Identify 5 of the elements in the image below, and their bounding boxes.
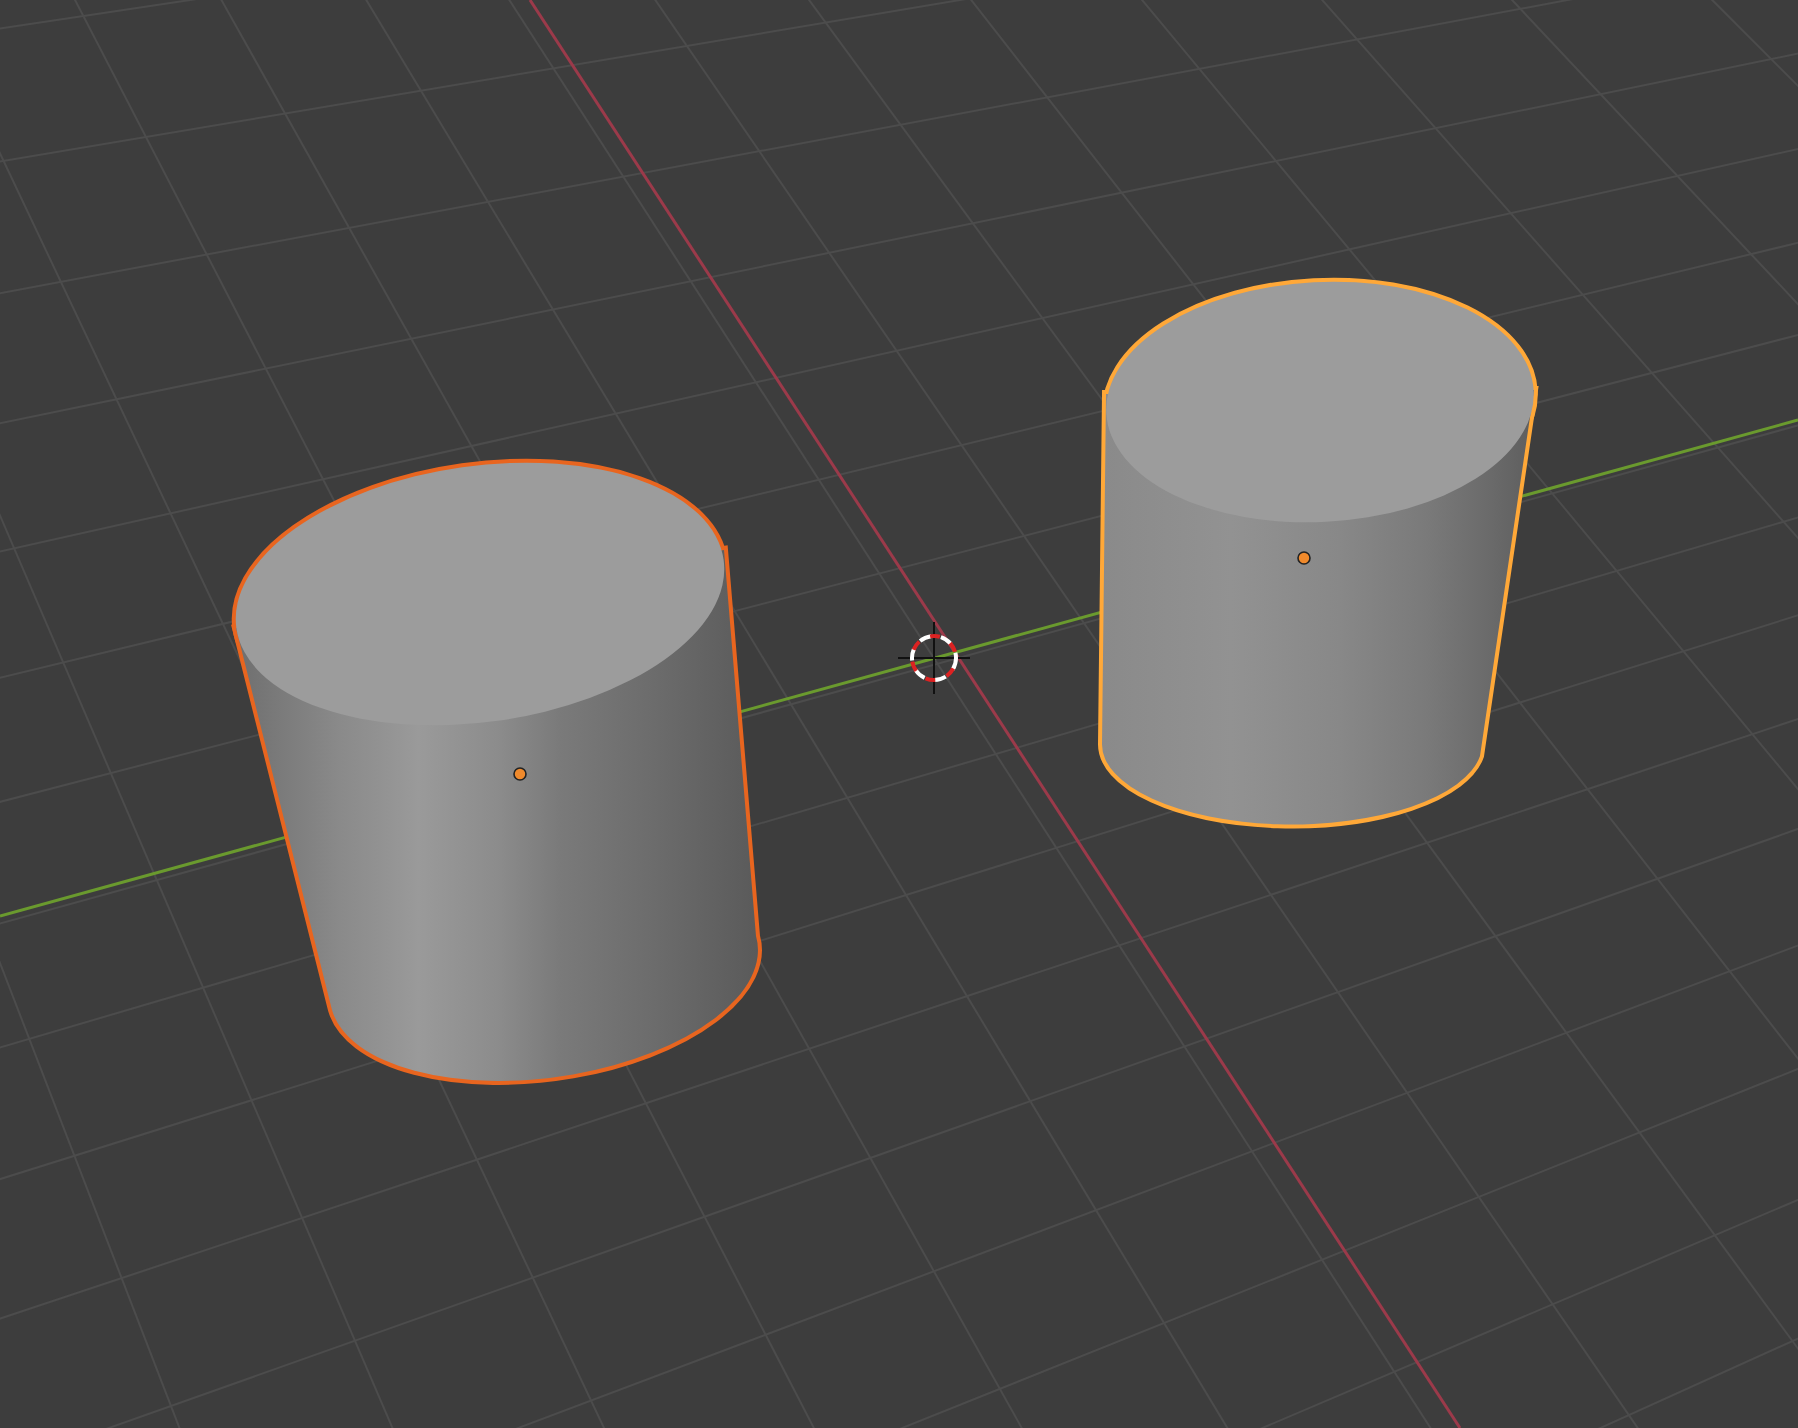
3d-cursor-icon — [897, 621, 971, 695]
cylinder[interactable] — [1098, 277, 1538, 829]
origin-dot — [513, 767, 527, 781]
cylinder[interactable] — [232, 458, 762, 1085]
origin-dot — [1297, 551, 1311, 565]
